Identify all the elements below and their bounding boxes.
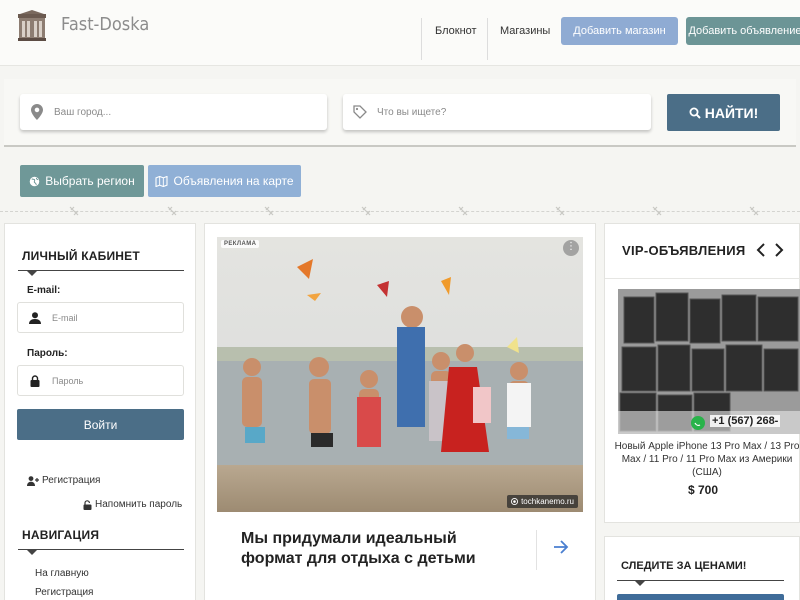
nav-item-register[interactable]: Регистрация [35, 587, 93, 598]
nav-divider [487, 18, 488, 60]
title-underline [18, 270, 184, 271]
more-options-icon[interactable]: ⋮ [563, 240, 579, 256]
ornament-icon [652, 206, 662, 216]
password-label: Пароль: [27, 348, 68, 359]
ad-card[interactable]: РЕКЛАМА ⋮ tochkanemo.ru Мы придумали иде… [204, 223, 596, 600]
price-watch-card: СЛЕДИТЕ ЗА ЦЕНАМИ! [604, 536, 800, 600]
email-placeholder: E-mail [52, 312, 78, 323]
ornament-icon [361, 206, 371, 216]
map-listings-label: Объявления на карте [173, 174, 294, 188]
logo-text[interactable]: Fast-Doska [61, 14, 149, 35]
email-field[interactable]: E-mail [17, 302, 184, 333]
price-watch-button[interactable] [617, 594, 784, 600]
account-title: ЛИЧНЫЙ КАБИНЕТ [22, 249, 140, 263]
logo-icon[interactable] [16, 10, 48, 42]
nav-shops-link[interactable]: Магазины [500, 25, 550, 37]
ad-photo[interactable]: РЕКЛАМА ⋮ tochkanemo.ru [217, 237, 583, 512]
ornament-icon [555, 206, 565, 216]
ad-badge: РЕКЛАМА [221, 240, 260, 248]
source-logo-icon [511, 498, 519, 505]
vip-listing-price: $ 700 [687, 483, 719, 497]
title-notch [27, 271, 37, 276]
unlock-icon [83, 499, 92, 510]
lock-icon [18, 374, 52, 387]
register-link-label: Регистрация [42, 475, 101, 486]
map-pin-icon [20, 104, 54, 120]
site-header: Fast-Doska Блокнот Магазины Добавить маг… [0, 0, 800, 66]
vip-listing-title[interactable]: Новый Apple iPhone 13 Pro Max / 13 Pro M… [613, 440, 800, 479]
query-input[interactable]: Что вы ищете? [343, 94, 651, 130]
account-sidebar: ЛИЧНЫЙ КАБИНЕТ E-mail: E-mail Пароль: Па… [4, 223, 196, 600]
select-region-button[interactable]: Выбрать регион [20, 165, 144, 197]
chevron-right-icon[interactable] [773, 242, 785, 258]
remind-password-link[interactable]: Напомнить пароль [83, 499, 182, 510]
section-divider [0, 211, 800, 212]
ornament-icon [69, 206, 79, 216]
query-placeholder: Что вы ищете? [377, 106, 447, 118]
select-region-label: Выбрать регион [45, 174, 135, 188]
login-button[interactable]: Войти [17, 409, 184, 440]
city-placeholder: Ваш город... [54, 106, 112, 118]
price-watch-title: СЛЕДИТЕ ЗА ЦЕНАМИ! [621, 560, 747, 572]
add-listing-button[interactable]: Добавить объявление [686, 17, 800, 45]
email-label: E-mail: [27, 285, 61, 296]
search-icon [689, 107, 701, 119]
search-button-label: НАЙТИ! [704, 104, 759, 121]
ad-arrow-divider [536, 530, 537, 570]
vip-title: VIP-ОБЪЯВЛЕНИЯ [622, 243, 746, 258]
vip-divider [605, 278, 800, 279]
ad-source[interactable]: tochkanemo.ru [507, 495, 578, 508]
title-notch [27, 550, 37, 555]
ornament-icon [458, 206, 468, 216]
map-listings-button[interactable]: Объявления на карте [148, 165, 301, 197]
vip-photo-phone: +1 (567) 268- [710, 415, 781, 427]
ad-image [217, 237, 583, 512]
arrow-right-icon[interactable] [552, 538, 570, 556]
globe-icon [30, 176, 40, 186]
user-plus-icon [27, 475, 39, 486]
remind-password-label: Напомнить пароль [95, 499, 183, 510]
nav-notebook-link[interactable]: Блокнот [435, 25, 477, 37]
navigation-title: НАВИГАЦИЯ [22, 528, 100, 542]
password-placeholder: Пароль [52, 375, 84, 386]
title-notch [635, 581, 645, 586]
map-icon [155, 175, 169, 187]
ornament-icon [167, 206, 177, 216]
phones-image [618, 289, 800, 434]
add-shop-button[interactable]: Добавить магазин [561, 17, 678, 45]
ornament-icon [749, 206, 759, 216]
search-button[interactable]: НАЙТИ! [667, 94, 780, 131]
title-underline [18, 549, 184, 550]
chevron-left-icon[interactable] [755, 242, 767, 258]
ornament-icon [264, 206, 274, 216]
password-field[interactable]: Пароль [17, 365, 184, 396]
user-icon [18, 311, 52, 324]
tags-icon [343, 105, 377, 119]
nav-divider [421, 18, 422, 60]
vip-listing-photo[interactable]: +1 (567) 268- [618, 289, 800, 434]
register-link[interactable]: Регистрация [27, 475, 100, 486]
nav-item-home[interactable]: На главную [35, 568, 89, 579]
ad-source-label: tochkanemo.ru [521, 497, 574, 506]
vip-listings-card: VIP-ОБЪЯВЛЕНИЯ +1 (567) 268- Новый Apple… [604, 223, 800, 523]
city-input[interactable]: Ваш город... [20, 94, 327, 130]
ad-headline[interactable]: Мы придумали идеальный формат для отдыха… [241, 529, 491, 569]
